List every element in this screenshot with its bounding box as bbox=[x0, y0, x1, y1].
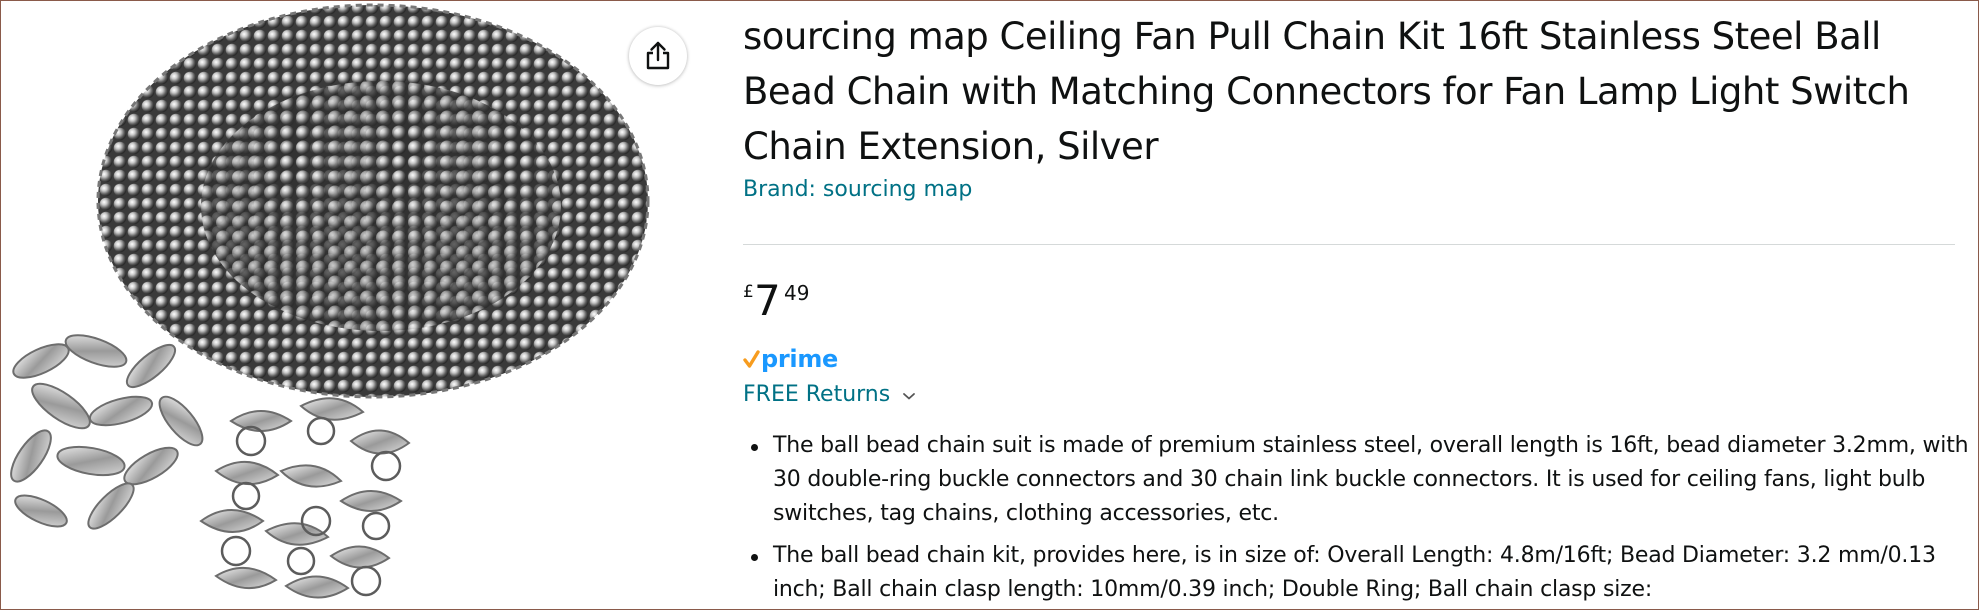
product-title: sourcing map Ceiling Fan Pull Chain Kit … bbox=[743, 15, 1910, 168]
price-whole: 7 bbox=[754, 276, 781, 325]
product-image[interactable] bbox=[1, 1, 701, 609]
feature-bullets: The ball bead chain suit is made of prem… bbox=[743, 429, 1978, 609]
share-icon bbox=[646, 41, 670, 70]
free-returns-label: FREE Returns bbox=[743, 382, 891, 407]
product-image-area bbox=[1, 1, 701, 609]
product-page: sourcing map Ceiling Fan Pull Chain Kit … bbox=[0, 0, 1979, 610]
share-button[interactable] bbox=[629, 27, 687, 85]
prime-badge: prime bbox=[743, 345, 838, 373]
chevron-down-icon bbox=[903, 392, 916, 399]
brand-link[interactable]: Brand: sourcing map bbox=[743, 177, 972, 202]
divider bbox=[743, 244, 1955, 245]
product-details: sourcing map Ceiling Fan Pull Chain Kit … bbox=[743, 1, 1969, 609]
feature-bullet: The ball bead chain kit, provides here, … bbox=[751, 539, 1978, 607]
prime-label: prime bbox=[761, 345, 839, 373]
free-returns-link[interactable]: FREE Returns bbox=[743, 382, 916, 407]
price-currency-symbol: £ bbox=[743, 282, 754, 302]
prime-check-icon bbox=[743, 350, 760, 368]
price-fraction: 49 bbox=[784, 281, 810, 305]
feature-bullet: The ball bead chain suit is made of prem… bbox=[751, 429, 1978, 531]
